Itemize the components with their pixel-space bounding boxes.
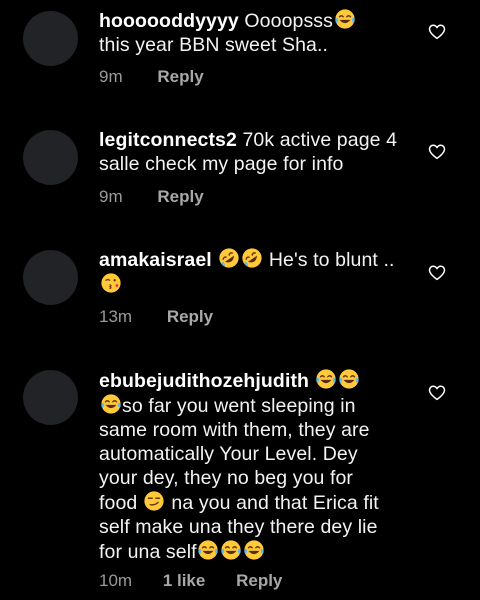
comment-body: legitconnects2 70k active page 4 salle c… [99,128,417,176]
like-heart-icon[interactable] [428,264,446,282]
comment-text: same room with them, they are [99,419,370,441]
comment-meta: 13m Reply [99,307,213,327]
avatar[interactable] [23,130,78,185]
comment-body: hoooooddyyyy Oooopsss this year BBN swee… [99,8,417,57]
face-blowing-a-kiss-icon [100,272,122,294]
like-heart-icon[interactable] [428,384,446,402]
reply-button[interactable]: Reply [157,67,203,87]
rolling-on-the-floor-laughing-icon [241,247,263,269]
like-heart-icon[interactable] [428,143,446,161]
comment-text: Oooopsss [244,10,334,32]
face-with-tears-of-joy-icon [197,539,219,561]
comment-text: salle check my page for info [99,153,344,175]
comment-timestamp: 10m [99,571,133,590]
rolling-on-the-floor-laughing-icon [218,247,240,269]
comment-username[interactable]: legitconnects2 [99,129,237,151]
face-with-tears-of-joy-icon [338,368,360,390]
avatar[interactable] [23,250,78,305]
reply-button[interactable]: Reply [167,307,213,327]
comment-username[interactable]: hoooooddyyyy [99,10,239,32]
comment-timestamp: 13m [99,307,133,326]
comment-text: He's to blunt .. [268,249,395,271]
reply-button[interactable]: Reply [157,187,203,207]
comment-meta: 9m Reply [99,67,204,87]
comment-text: so far you went sleeping in [122,395,356,417]
avatar[interactable] [23,370,78,425]
face-with-tears-of-joy-icon [315,368,337,390]
reply-button[interactable]: Reply [236,571,282,591]
face-with-tears-of-joy-icon [220,539,242,561]
comment-timestamp: 9m [99,67,123,86]
comment-text: your dey, they no beg you for [99,467,354,489]
face-with-tears-of-joy-icon [243,539,265,561]
comment-text: automatically Your Level. Dey [99,443,358,465]
comment-text: na you and that Erica fit [171,492,379,514]
face-with-tears-of-joy-icon [334,8,356,30]
avatar[interactable] [23,11,78,66]
like-heart-icon[interactable] [428,23,446,41]
comment-text: 70k active page 4 [242,129,398,151]
comment-text: for una self [99,541,197,563]
comment-text: this year BBN sweet Sha.. [99,34,329,56]
comment-body: amakaisrael He's to blunt .. [99,247,417,297]
comment-username[interactable]: ebubejudithozehjudith [99,370,309,392]
comment-username[interactable]: amakaisrael [99,249,212,271]
comment-meta: 9m Reply [99,187,204,207]
comment-body: ebubejudithozehjudith so far you went sl… [99,368,417,564]
smirking-face-icon [143,490,165,512]
comment-text: self make una they there dey lie [99,516,378,538]
comment-timestamp: 9m [99,187,123,206]
comment-text: food [99,492,138,514]
face-with-tears-of-joy-icon [100,393,122,415]
likes-count[interactable]: 1 like [163,571,206,591]
comment-meta: 10m 1 like Reply [99,571,282,591]
